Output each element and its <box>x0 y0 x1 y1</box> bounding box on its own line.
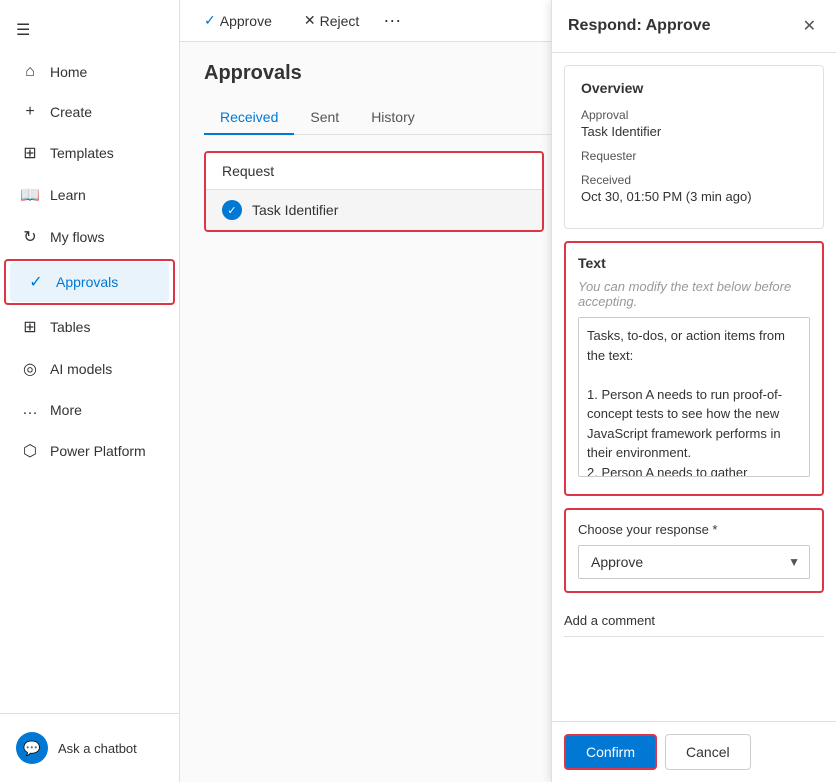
text-section: Text You can modify the text below befor… <box>564 241 824 496</box>
response-label: Choose your response * <box>578 522 810 537</box>
sidebar: ☰ ⌂ Home + Create ⊞ Templates 📖 Learn ↻ … <box>0 0 180 782</box>
sidebar-item-label: My flows <box>50 229 104 245</box>
approval-field: Approval Task Identifier <box>581 108 807 139</box>
table-row[interactable]: ✓ Task Identifier <box>206 190 542 230</box>
sidebar-item-label: Home <box>50 64 87 80</box>
approve-button[interactable]: ✓ Approve <box>196 8 280 33</box>
home-icon: ⌂ <box>20 63 40 81</box>
response-dropdown[interactable]: Approve Reject <box>578 545 810 579</box>
sidebar-item-label: Approvals <box>56 274 118 290</box>
sidebar-item-tables[interactable]: ⊞ Tables <box>4 307 175 347</box>
tables-icon: ⊞ <box>20 317 40 337</box>
ai-icon: ◎ <box>20 359 40 379</box>
sidebar-item-label: AI models <box>50 361 112 377</box>
panel-title: Respond: Approve <box>568 17 711 35</box>
row-check-icon: ✓ <box>222 200 242 220</box>
sidebar-item-label: Create <box>50 104 92 120</box>
cancel-button[interactable]: Cancel <box>665 734 751 770</box>
sidebar-item-home[interactable]: ⌂ Home <box>4 53 175 91</box>
sidebar-item-label: Tables <box>50 319 90 335</box>
checkmark-icon: ✓ <box>204 12 216 29</box>
templates-icon: ⊞ <box>20 143 40 163</box>
tab-sent[interactable]: Sent <box>294 101 355 135</box>
learn-icon: 📖 <box>20 185 40 205</box>
sidebar-item-label: Power Platform <box>50 443 146 459</box>
requester-field: Requester <box>581 149 807 163</box>
sidebar-toggle[interactable]: ☰ <box>0 8 179 52</box>
sidebar-item-my-flows[interactable]: ↻ My flows <box>4 217 175 257</box>
confirm-button[interactable]: Confirm <box>564 734 657 770</box>
chatbot-avatar: 💬 <box>16 732 48 764</box>
x-icon: ✕ <box>304 12 316 29</box>
approval-value: Task Identifier <box>581 124 807 139</box>
comment-label: Add a comment <box>564 613 824 628</box>
sidebar-item-power-platform[interactable]: ⬡ Power Platform <box>4 431 175 471</box>
text-textarea[interactable] <box>578 317 810 477</box>
dots-icon: ··· <box>383 10 401 30</box>
text-section-title: Text <box>578 255 810 271</box>
action-buttons: Confirm Cancel <box>552 721 836 782</box>
flows-icon: ↻ <box>20 227 40 247</box>
reject-button[interactable]: ✕ Reject <box>296 8 367 33</box>
approvals-icon: ✓ <box>26 272 46 292</box>
sidebar-item-learn[interactable]: 📖 Learn <box>4 175 175 215</box>
right-panel: Respond: Approve ✕ Overview Approval Tas… <box>551 0 836 782</box>
divider <box>564 636 824 637</box>
power-platform-icon: ⬡ <box>20 441 40 461</box>
panel-header: Respond: Approve ✕ <box>552 0 836 53</box>
create-icon: + <box>20 103 40 121</box>
overview-section: Overview Approval Task Identifier Reques… <box>564 65 824 229</box>
tab-history[interactable]: History <box>355 101 431 135</box>
text-hint: You can modify the text below before acc… <box>578 279 810 309</box>
comment-section: Add a comment <box>552 605 836 636</box>
sidebar-item-approvals[interactable]: ✓ Approvals <box>10 262 169 302</box>
sidebar-item-templates[interactable]: ⊞ Templates <box>4 133 175 173</box>
chatbot-button[interactable]: 💬 Ask a chatbot <box>0 722 179 774</box>
main-content: ✓ Approve ✕ Reject ··· Approvals Receive… <box>180 0 836 782</box>
request-table: Request ✓ Task Identifier <box>204 151 544 232</box>
sidebar-item-label: Templates <box>50 145 114 161</box>
request-table-header: Request <box>206 153 542 190</box>
received-value: Oct 30, 01:50 PM (3 min ago) <box>581 189 807 204</box>
sidebar-item-create[interactable]: + Create <box>4 93 175 131</box>
sidebar-item-label: More <box>50 402 82 418</box>
received-label: Received <box>581 173 807 187</box>
sidebar-item-more[interactable]: … More <box>4 391 175 429</box>
more-icon: … <box>20 401 40 419</box>
chatbot-label: Ask a chatbot <box>58 741 137 756</box>
requester-label: Requester <box>581 149 807 163</box>
task-identifier-label: Task Identifier <box>252 202 338 218</box>
tab-received[interactable]: Received <box>204 101 294 135</box>
dropdown-wrapper: Approve Reject ▼ <box>578 545 810 579</box>
menu-icon: ☰ <box>16 22 30 39</box>
overview-title: Overview <box>581 80 807 96</box>
response-section: Choose your response * Approve Reject ▼ <box>564 508 824 593</box>
approve-label: Approve <box>220 13 272 29</box>
received-field: Received Oct 30, 01:50 PM (3 min ago) <box>581 173 807 204</box>
sidebar-item-label: Learn <box>50 187 86 203</box>
sidebar-item-ai-models[interactable]: ◎ AI models <box>4 349 175 389</box>
close-button[interactable]: ✕ <box>799 14 820 38</box>
more-options-button[interactable]: ··· <box>383 10 401 31</box>
reject-label: Reject <box>320 13 360 29</box>
approval-label: Approval <box>581 108 807 122</box>
